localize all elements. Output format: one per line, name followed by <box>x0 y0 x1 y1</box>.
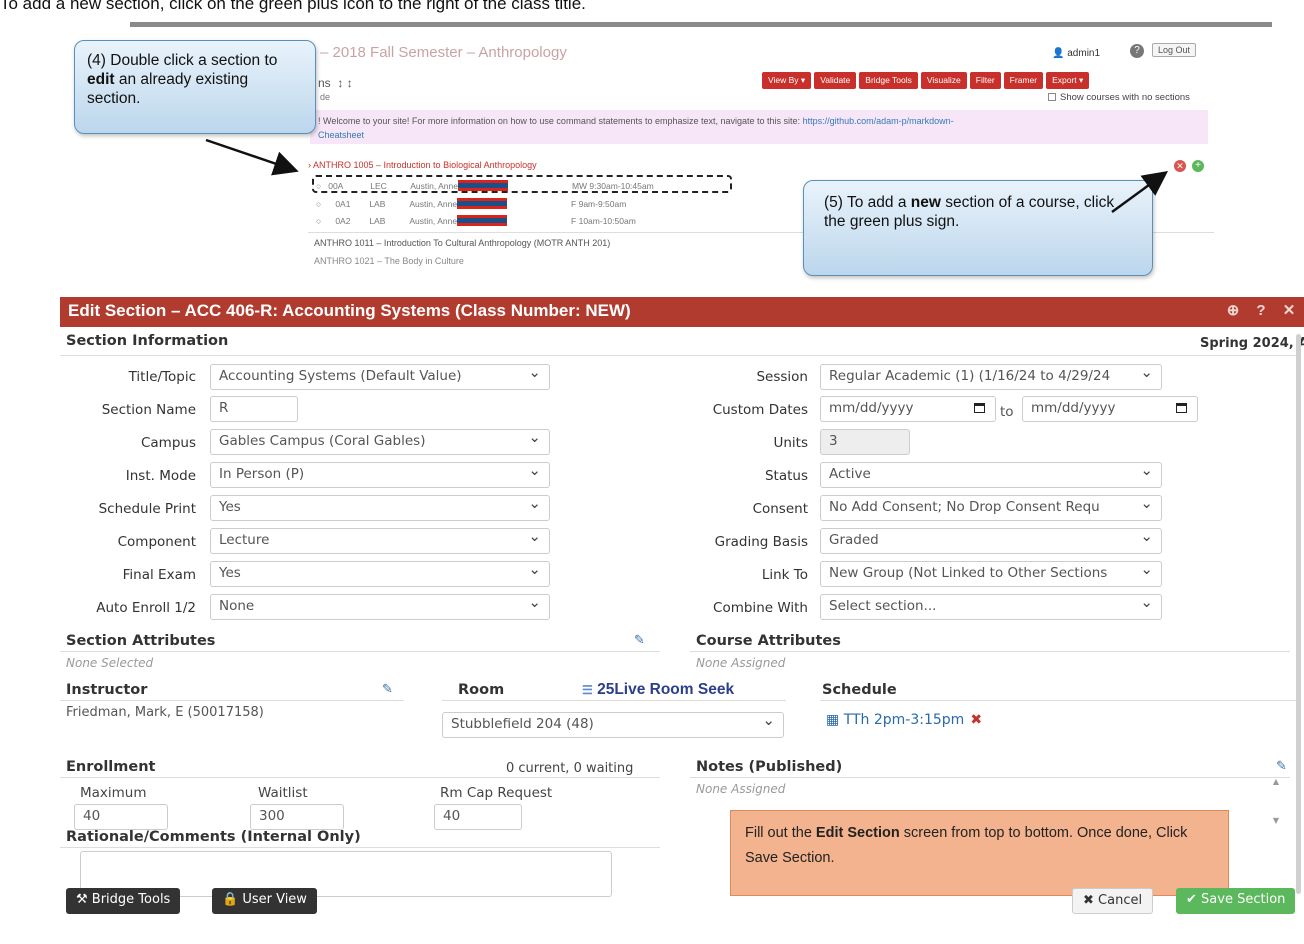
tutorial-screenshot: To add a new section, click on the green… <box>0 0 1304 944</box>
annotation-arrows <box>205 138 1169 214</box>
arrow-to-section <box>205 138 299 176</box>
arrow-to-plus <box>1111 171 1169 214</box>
